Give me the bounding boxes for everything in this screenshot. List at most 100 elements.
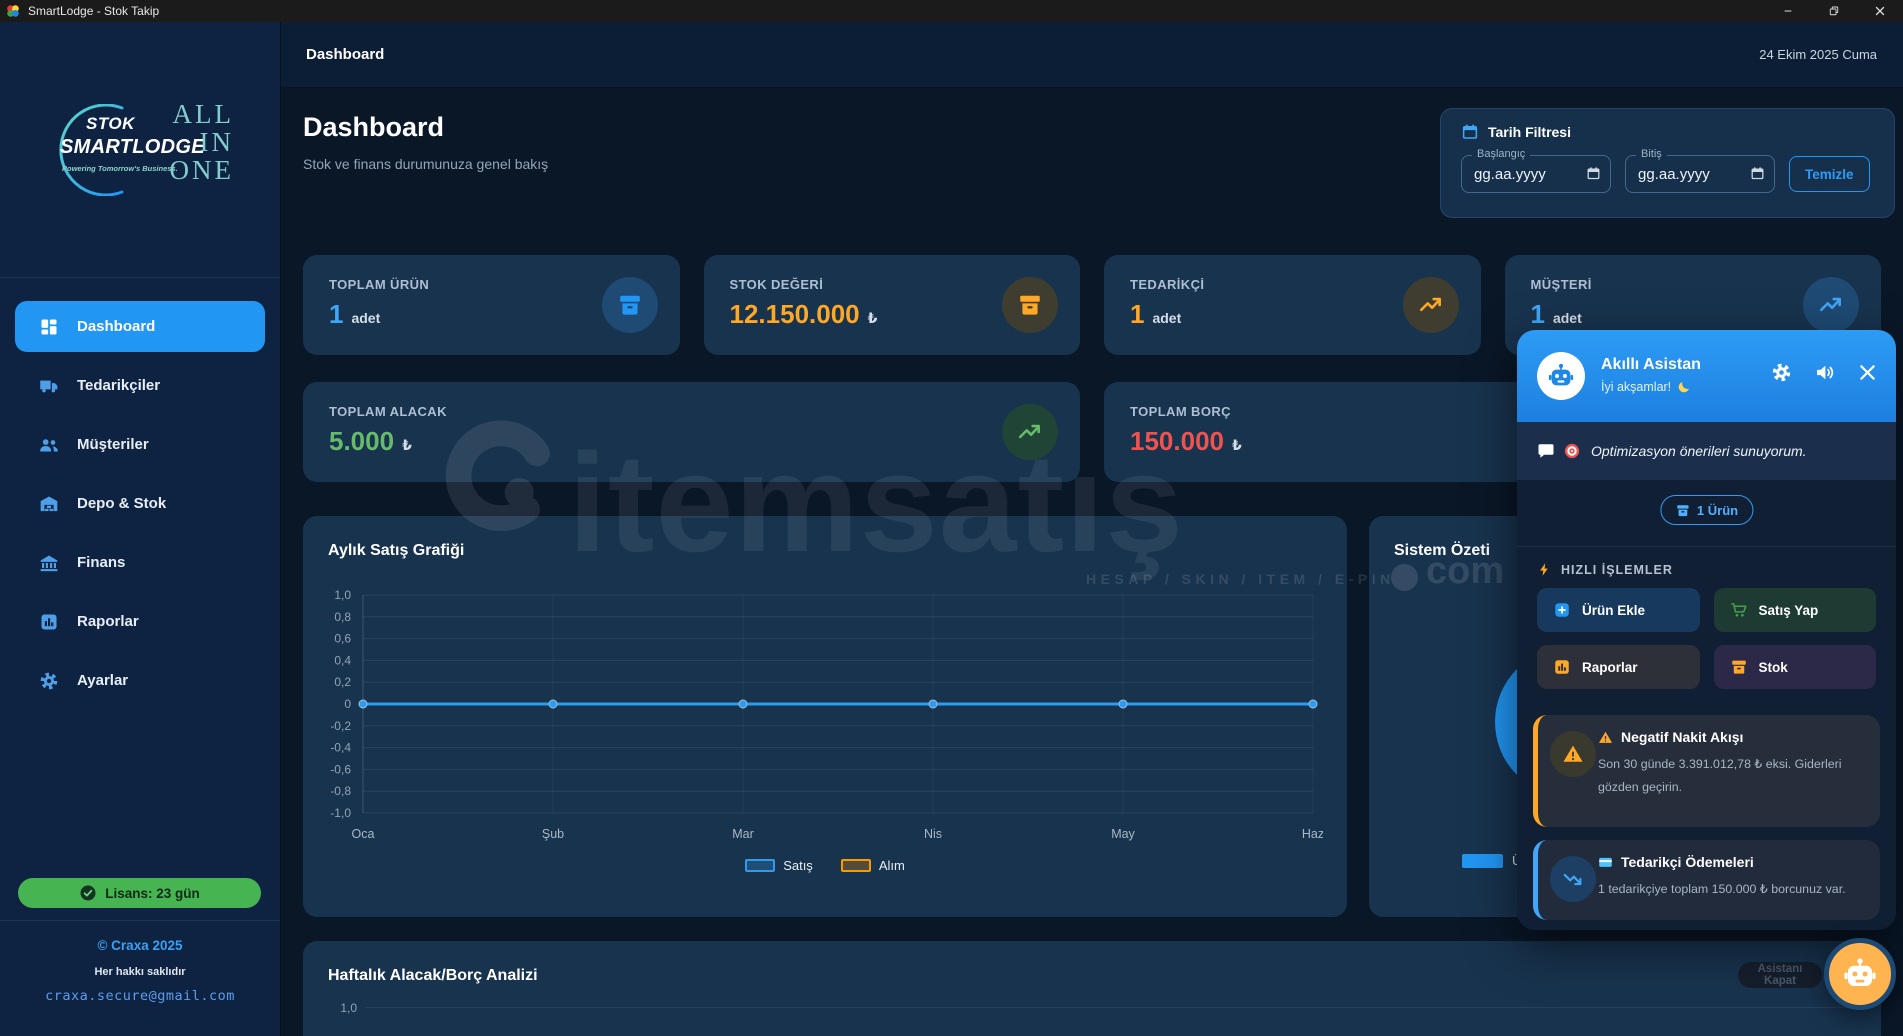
topbar: Dashboard 24 Ekim 2025 Cuma (280, 22, 1903, 88)
assistant-close-icon-button[interactable] (1857, 362, 1878, 383)
stat-unit: adet (351, 310, 381, 326)
assistant-header-actions (1771, 362, 1878, 383)
license-label: Lisans: 23 gün (105, 885, 200, 901)
notification-body: 1 tedarikçiye toplam 150.000 ₺ borcunuz … (1598, 882, 1846, 896)
bank-icon (39, 553, 59, 573)
logo-stok: STOK (86, 114, 135, 133)
stat-icon-wrap (601, 277, 658, 333)
quick-action-raporlar[interactable]: Raporlar (1537, 645, 1700, 689)
product-count-pill[interactable]: 1 Ürün (1659, 495, 1754, 525)
sidebar-item-depo-stok[interactable]: Depo & Stok (15, 478, 265, 529)
date-filter-fields: Başlangıç Bitiş Temizle (1461, 148, 1870, 193)
svg-text:Oca: Oca (352, 827, 375, 841)
notification-body: Son 30 günde 3.391.012,78 ₺ eksi. Giderl… (1598, 757, 1842, 794)
sidebar-divider (0, 277, 280, 278)
trending-down-icon (1562, 868, 1584, 890)
calendar-icon[interactable] (1586, 166, 1601, 181)
date-field-end: Bitiş (1625, 148, 1775, 193)
stat-label: MÜŞTERİ (1530, 277, 1592, 292)
warehouse-icon (39, 494, 59, 514)
sidebar-item-label: Tedarikçiler (77, 377, 161, 394)
stat-label: TOPLAM ÜRÜN (329, 277, 430, 292)
svg-text:-1,0: -1,0 (330, 806, 351, 820)
cart-icon (1730, 601, 1748, 619)
stat-card-tedarikci: TEDARİKÇİ 1 adet (1104, 255, 1481, 355)
clear-filter-button[interactable]: Temizle (1789, 156, 1870, 192)
svg-text:Şub: Şub (542, 827, 564, 841)
sidebar-item-dashboard[interactable]: Dashboard (15, 301, 265, 352)
bar-chart-icon (1553, 658, 1571, 676)
date-filter-title: Tarih Filtresi (1461, 123, 1571, 141)
close-icon (1874, 5, 1886, 17)
notification-icon-wrap (1550, 856, 1596, 902)
close-button[interactable] (1857, 0, 1903, 22)
minimize-button[interactable] (1765, 0, 1811, 22)
people-icon (39, 435, 59, 455)
sidebar-item-label: Müşteriler (77, 436, 149, 453)
sidebar-menu: Dashboard Tedarikçiler Müşteriler Depo & St… (15, 301, 265, 706)
pie-legend: Ü (1462, 853, 1521, 868)
svg-text:0,8: 0,8 (334, 610, 351, 624)
sidebar-item-label: Ayarlar (77, 672, 129, 689)
svg-text:Nis: Nis (924, 827, 942, 841)
stat-value: 5.000 (329, 426, 395, 456)
quick-action-label: Stok (1758, 659, 1788, 675)
assistant-fab-button[interactable] (1824, 938, 1896, 1010)
stat-label: TOPLAM BORÇ (1130, 404, 1231, 419)
stat-card-toplam-alacak: TOPLAM ALACAK 5.000 ₺ (303, 382, 1080, 482)
sidebar-item-ayarlar[interactable]: Ayarlar (15, 655, 265, 706)
sidebar-item-raporlar[interactable]: Raporlar (15, 596, 265, 647)
rights-text: Her hakkı saklıdır (94, 966, 186, 978)
contact-email-link[interactable]: craxa.secure@gmail.com (0, 988, 280, 1004)
quick-action-urun-ekle[interactable]: Ürün Ekle (1537, 588, 1700, 632)
legend-swatch (840, 859, 871, 872)
sidebar-item-label: Raporlar (77, 613, 139, 630)
date-field-start: Başlangıç (1461, 148, 1611, 193)
warning-icon (1562, 743, 1584, 765)
weekly-gridline (365, 1007, 1851, 1008)
trending-up-icon (1418, 292, 1444, 318)
quick-actions-grid: Ürün Ekle Satış Yap Raporlar Stok (1537, 588, 1876, 689)
svg-text:0,2: 0,2 (334, 675, 351, 689)
calendar-icon[interactable] (1750, 166, 1765, 181)
stat-icon-wrap (1002, 277, 1058, 333)
archive-icon (1675, 503, 1690, 518)
notification-title: Negatif Nakit Akışı (1598, 729, 1870, 745)
weekly-chart-title: Haftalık Alacak/Borç Analizi (328, 967, 538, 984)
quick-action-satis-yap[interactable]: Satış Yap (1713, 588, 1876, 632)
warning-icon (1598, 730, 1613, 745)
notification-title: Tedarikçi Ödemeleri (1598, 854, 1870, 870)
weekly-analysis-card: Haftalık Alacak/Borç Analizi 1,0 (303, 941, 1881, 1036)
quick-action-label: Raporlar (1582, 659, 1638, 675)
gear-icon (39, 671, 59, 691)
assistant-close-button[interactable]: Asistanı Kapat (1738, 962, 1822, 988)
sidebar-item-finans[interactable]: Finans (15, 537, 265, 588)
stat-icon-wrap (1803, 277, 1859, 333)
svg-text:0,4: 0,4 (334, 653, 351, 667)
calendar-icon (1461, 123, 1479, 141)
trending-up-icon (1818, 292, 1844, 318)
monthly-sales-chart: 1,0 0,8 0,6 0,4 0,2 0 -0,2 -0,4 -0,6 -0,8 -1,0Oca Ş… (330, 588, 1323, 841)
stat-unit: ₺ (1231, 437, 1242, 453)
stat-unit: ₺ (402, 437, 412, 453)
legend-item: Alım (840, 858, 905, 873)
weekly-axis-tick: 1,0 (340, 1001, 357, 1015)
titlebar: SmartLodge - Stok Takip (0, 0, 1903, 22)
quick-action-stok[interactable]: Stok (1713, 645, 1876, 689)
page-title: Dashboard (303, 112, 445, 142)
credit-card-icon (1598, 855, 1613, 870)
stat-card-stok-degeri: STOK DEĞERİ 12.150.000 ₺ (703, 255, 1080, 355)
svg-text:-0,2: -0,2 (330, 719, 351, 733)
date-field-label: Bitiş (1636, 148, 1667, 160)
sidebar-item-tedarikciler[interactable]: Tedarikçiler (15, 360, 265, 411)
app-window: SmartLodge - Stok Takip STOK SMARTLODGE … (0, 0, 1903, 1036)
date-field-label: Başlangıç (1472, 148, 1531, 160)
assistant-settings-button[interactable] (1771, 362, 1792, 383)
pie-legend-swatch (1462, 853, 1503, 868)
sidebar-item-musteriler[interactable]: Müşteriler (15, 419, 265, 470)
svg-text:-0,4: -0,4 (330, 741, 351, 755)
assistant-sound-button[interactable] (1814, 362, 1835, 383)
stat-value: 1 (1130, 299, 1145, 329)
target-icon (1563, 442, 1581, 460)
restore-button[interactable] (1811, 0, 1857, 22)
